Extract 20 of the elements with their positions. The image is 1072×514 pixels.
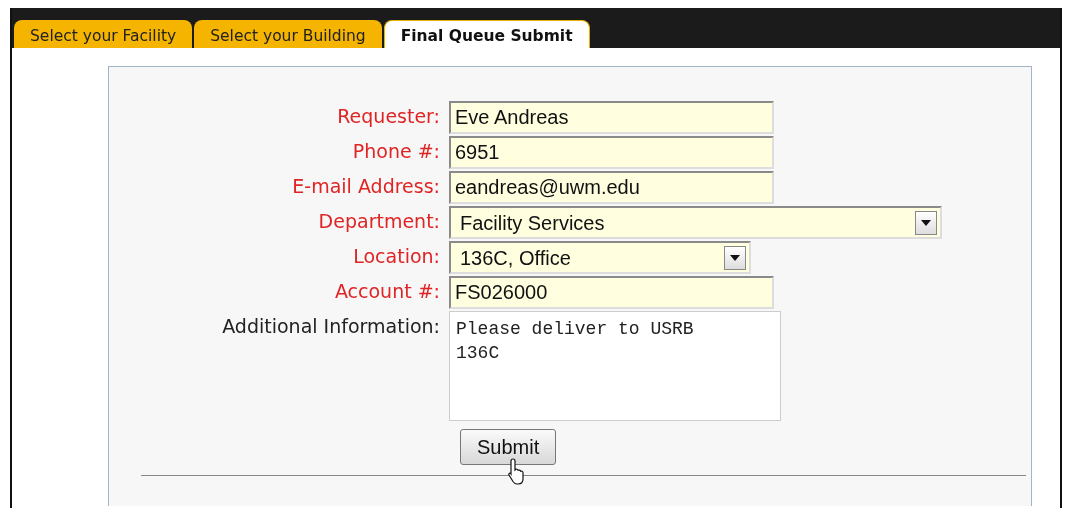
field-label: E-mail Address: [291,174,441,199]
caret-icon [730,254,740,261]
submit-button[interactable]: Submit [460,429,557,465]
text-area[interactable]: Please deliver to USRB 136C [449,311,781,421]
field-label: Requester: [336,104,441,129]
dropdown[interactable]: 136C, Office [449,241,751,274]
field-label: Location: [352,244,441,269]
input-field[interactable]: FS026000 [449,276,774,309]
dropdown[interactable]: Facility Services [449,206,942,239]
tab[interactable]: Final Queue Submit [383,20,590,48]
input-field[interactable]: eandreas@uwm.edu [449,171,774,204]
input-field[interactable]: Eve Andreas [449,101,774,134]
tab[interactable]: Select your Building [194,20,382,48]
tab[interactable]: Select your Facility [14,20,193,48]
field-label: Account #: [333,279,441,304]
caret-icon [921,219,931,226]
field-label: Additional Information: [221,314,441,339]
field-label: Department: [317,209,441,234]
field-label: Phone #: [351,139,441,164]
input-field[interactable]: 6951 [449,136,774,169]
